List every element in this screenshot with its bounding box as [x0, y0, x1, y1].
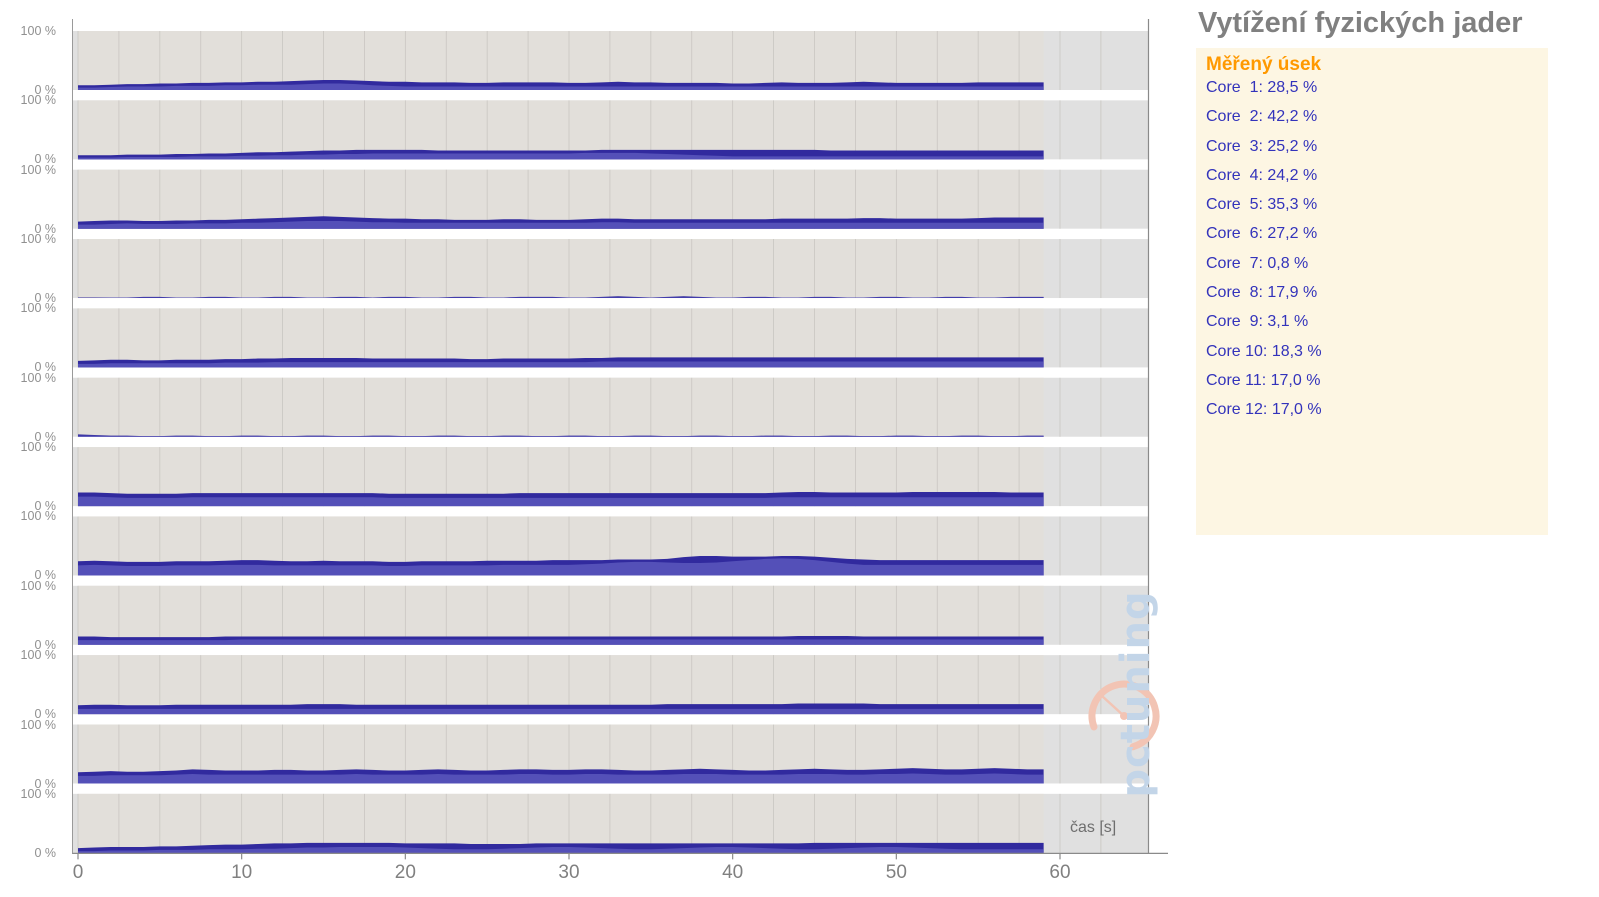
panel-plot-bg — [78, 239, 1044, 299]
y-tick-label-100: 100 % — [20, 24, 56, 38]
y-tick-label-100: 100 % — [20, 93, 56, 108]
info-panel: Vytížení fyzických jader Měřený úsek Cor… — [1180, 0, 1599, 897]
x-tick-label: 0 — [72, 862, 84, 884]
legend-item-core-8: Core 8: 17,9 % — [1206, 284, 1318, 302]
y-tick-label-100: 100 % — [20, 301, 56, 316]
x-tick-label: 10 — [231, 862, 253, 884]
panel-core-7 — [72, 239, 1148, 299]
y-tick-label-100: 100 % — [20, 786, 56, 801]
series-lower-area — [78, 773, 1044, 784]
legend-item-core-11: Core 11: 17,0 % — [1206, 371, 1321, 389]
panel-plot-bg — [78, 585, 1044, 645]
y-tick-label-0: 0 % — [34, 845, 56, 860]
legend-title: Měřený úsek — [1206, 54, 1322, 75]
y-tick-label-100: 100 % — [20, 509, 56, 524]
panel-core-1 — [72, 31, 1148, 90]
legend-item-core-2: Core 2: 42,2 % — [1206, 108, 1318, 126]
panel-plot-bg — [78, 377, 1044, 437]
legend-box: Měřený úsek Core 1: 28,5 % Core 2: 42,2 %… — [1196, 48, 1548, 535]
chart-plot-area: 100 % 0 % 100 % 0 % 100 % 0 % 100 % 0 % 100 % 0 %… — [0, 0, 1180, 897]
series-lower-area — [78, 297, 1044, 299]
core-utilization-svg — [0, 0, 1180, 897]
y-tick-label-100: 100 % — [20, 717, 56, 732]
x-tick-label: 50 — [885, 862, 907, 884]
legend-item-core-5: Core 5: 35,3 % — [1206, 196, 1318, 214]
x-tick-label: 20 — [394, 862, 416, 884]
series-lower-area — [78, 708, 1044, 715]
y-tick-label-100: 100 % — [20, 440, 56, 455]
y-tick-label-100: 100 % — [20, 648, 56, 663]
legend-list: Core 1: 28,5 % Core 2: 42,2 % Core 3: 25,2… — [1206, 79, 1544, 432]
legend-item-core-7: Core 7: 0,8 % — [1206, 254, 1309, 272]
panel-core-5 — [72, 447, 1148, 507]
legend-item-core-12: Core 12: 17,0 % — [1206, 401, 1322, 419]
panel-core-2 — [72, 100, 1148, 160]
x-tick-label: 30 — [558, 862, 580, 884]
series-lower-area — [78, 639, 1044, 645]
y-tick-label-100: 100 % — [20, 232, 56, 247]
panel-core-10 — [72, 655, 1148, 715]
cpu-core-utilization-chart: 100 % 0 % 100 % 0 % 100 % 0 % 100 % 0 % 100 % 0 %… — [0, 0, 1599, 897]
panel-core-3 — [72, 169, 1148, 229]
legend-item-core-9: Core 9: 3,1 % — [1206, 313, 1309, 331]
legend-item-core-6: Core 6: 27,2 % — [1206, 225, 1318, 243]
panel-core-9 — [72, 377, 1148, 437]
y-tick-label-100: 100 % — [20, 578, 56, 593]
x-tick-label: 40 — [722, 862, 744, 884]
panel-core-8 — [72, 516, 1148, 576]
legend-item-core-3: Core 3: 25,2 % — [1206, 137, 1318, 155]
legend-item-core-4: Core 4: 24,2 % — [1206, 166, 1318, 184]
panel-core-6 — [72, 585, 1148, 645]
panel-core-11 — [72, 724, 1148, 784]
legend-item-core-1: Core 1: 28,5 % — [1206, 79, 1318, 96]
page-title: Vytížení fyzických jader — [1198, 7, 1523, 39]
y-tick-label-100: 100 % — [20, 162, 56, 177]
y-tick-label-100: 100 % — [20, 370, 56, 385]
legend-item-core-10: Core 10: 18,3 % — [1206, 342, 1322, 360]
panel-plot-bg — [78, 31, 1044, 90]
x-tick-label: 60 — [1049, 862, 1071, 884]
x-axis-title: čas [s] — [1070, 819, 1117, 836]
series-lower-area — [78, 496, 1044, 507]
panel-core-12 — [72, 793, 1148, 853]
panel-core-4 — [72, 308, 1148, 368]
